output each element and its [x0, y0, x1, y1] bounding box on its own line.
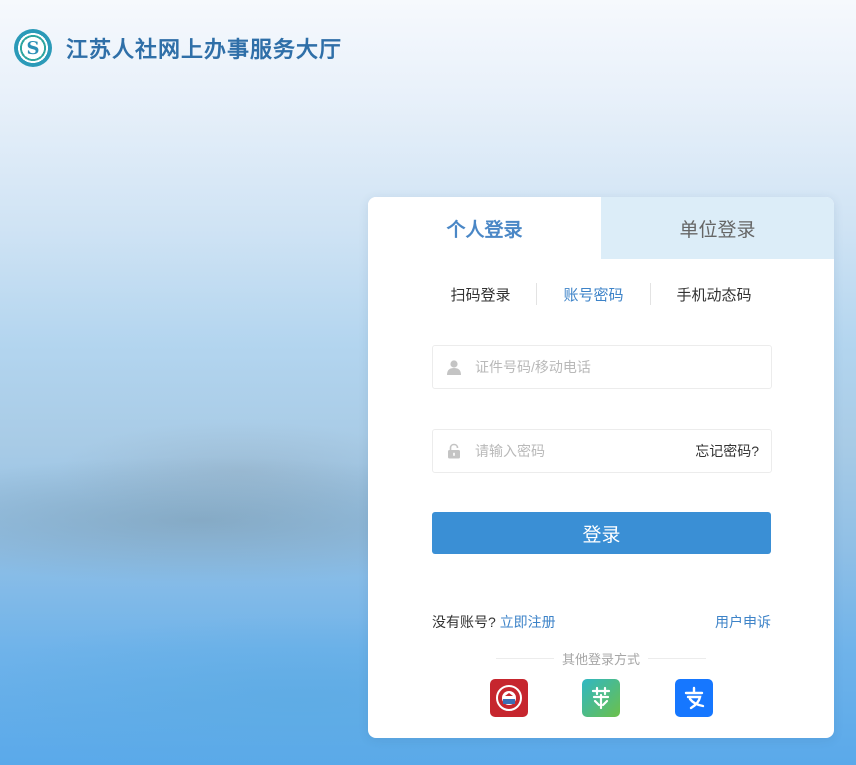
forgot-password-link[interactable]: 忘记密码? — [695, 441, 759, 461]
other-login-methods: 其他登录方式 — [496, 649, 707, 668]
user-complaint-link[interactable]: 用户申诉 — [715, 612, 771, 632]
other-login-label: 其他登录方式 — [562, 652, 641, 667]
method-sms-login[interactable]: 手机动态码 — [651, 284, 778, 305]
register-link[interactable]: 立即注册 — [500, 614, 556, 630]
site-logo-icon: S — [14, 29, 52, 67]
login-method-switcher: 扫码登录 账号密码 手机动态码 — [368, 271, 834, 317]
logo-letter: S — [26, 37, 40, 59]
divider — [648, 658, 707, 659]
method-scan-login[interactable]: 扫码登录 — [424, 284, 536, 305]
social-security-app-icon[interactable] — [490, 679, 528, 717]
password-field[interactable]: 忘记密码? — [432, 429, 772, 473]
tab-personal-login[interactable]: 个人登录 — [368, 197, 601, 259]
su-app-icon[interactable] — [582, 679, 620, 717]
alipay-icon[interactable] — [675, 679, 713, 717]
password-input[interactable] — [473, 442, 696, 460]
lock-icon — [445, 442, 463, 460]
site-header: S 江苏人社网上办事服务大厅 — [14, 28, 342, 68]
tab-unit-login[interactable]: 单位登录 — [601, 197, 834, 259]
site-title: 江苏人社网上办事服务大厅 — [66, 37, 343, 63]
username-input[interactable] — [473, 358, 771, 376]
username-field[interactable] — [432, 345, 772, 389]
login-tabs: 个人登录 单位登录 — [368, 197, 834, 259]
login-button[interactable]: 登录 — [432, 512, 771, 554]
user-icon — [445, 358, 463, 376]
method-password-login[interactable]: 账号密码 — [537, 284, 649, 305]
no-account-text: 没有账号? — [432, 614, 496, 630]
divider — [496, 658, 554, 659]
register-row: 没有账号? 立即注册 用户申诉 — [432, 612, 771, 632]
login-card: 个人登录 单位登录 扫码登录 账号密码 手机动态码 忘记密码? 登录 没有账号?… — [368, 197, 834, 738]
